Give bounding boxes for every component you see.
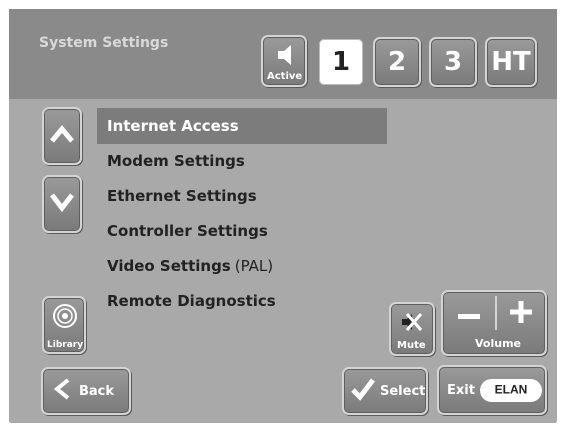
menu-item-label: Remote Diagnostics xyxy=(107,292,276,310)
left-chevron-icon xyxy=(53,378,71,404)
elan-logo: ELAN xyxy=(479,378,542,402)
mute-x-icon xyxy=(401,310,425,338)
volume-control: Volume xyxy=(441,290,547,356)
select-label: Select xyxy=(380,383,426,399)
svg-text:ELAN: ELAN xyxy=(495,382,528,396)
menu-item-modem-settings[interactable]: Modem Settings xyxy=(97,143,387,179)
zone-ht-label: HT xyxy=(491,47,531,77)
menu-item-video-settings[interactable]: Video Settings (PAL) xyxy=(97,248,387,284)
plus-icon xyxy=(510,301,532,327)
zone-2-label: 2 xyxy=(387,47,407,77)
zone-3-button[interactable]: 3 xyxy=(429,37,477,87)
volume-divider xyxy=(495,296,497,330)
back-label: Back xyxy=(79,383,115,399)
menu-item-label: Modem Settings xyxy=(107,152,245,170)
volume-label: Volume xyxy=(475,337,521,350)
up-arrow-icon xyxy=(49,124,75,148)
mute-label: Mute xyxy=(397,340,426,351)
library-button[interactable]: Library xyxy=(42,296,86,354)
minus-icon xyxy=(458,305,480,324)
active-label: Active xyxy=(267,71,303,82)
zone-2-button[interactable]: 2 xyxy=(373,37,421,87)
menu-item-internet-access[interactable]: Internet Access xyxy=(97,108,387,144)
active-speaker-button[interactable]: Active xyxy=(261,35,307,87)
speaker-icon xyxy=(276,43,296,71)
menu-item-label: Internet Access xyxy=(107,117,239,135)
mute-button[interactable]: Mute xyxy=(389,302,435,356)
exit-label: Exit xyxy=(447,382,475,398)
back-button[interactable]: Back xyxy=(41,367,131,415)
menu-item-ethernet-settings[interactable]: Ethernet Settings xyxy=(97,178,387,214)
menu-item-label: Video Settings xyxy=(107,257,231,275)
volume-down-button[interactable] xyxy=(447,294,491,334)
page-title: System Settings xyxy=(39,35,169,51)
zone-3-label: 3 xyxy=(443,47,463,77)
settings-screen: System Settings Active 1 2 3 HT Internet… xyxy=(9,9,557,423)
library-label: Library xyxy=(47,340,84,350)
header-bar: System Settings Active 1 2 3 HT xyxy=(9,9,557,99)
disc-icon xyxy=(52,303,78,333)
menu-item-label: Ethernet Settings xyxy=(107,187,257,205)
zone-1-button[interactable]: 1 xyxy=(317,37,365,87)
zone-ht-button[interactable]: HT xyxy=(485,37,537,87)
menu-item-suffix: (PAL) xyxy=(234,257,274,275)
menu-item-remote-diagnostics[interactable]: Remote Diagnostics xyxy=(97,283,387,319)
scroll-down-button[interactable] xyxy=(42,175,82,233)
checkmark-icon xyxy=(350,376,376,406)
exit-button[interactable]: Exit ELAN xyxy=(437,365,547,415)
zone-1-label: 1 xyxy=(331,47,351,77)
menu-item-controller-settings[interactable]: Controller Settings xyxy=(97,213,387,249)
menu-item-label: Controller Settings xyxy=(107,222,268,240)
select-button[interactable]: Select xyxy=(342,367,428,415)
down-arrow-icon xyxy=(49,192,75,216)
volume-up-button[interactable] xyxy=(499,294,543,334)
scroll-up-button[interactable] xyxy=(42,107,82,165)
